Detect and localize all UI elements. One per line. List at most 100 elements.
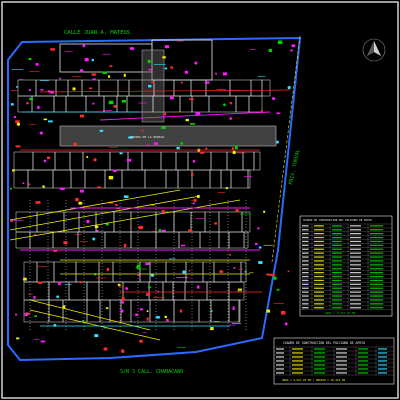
cad-annotation-tag: [234, 145, 238, 150]
cad-annotation-tag: [99, 129, 104, 132]
cad-annotation-dot: [228, 253, 231, 256]
table-top-cell: [302, 248, 309, 250]
table-top-cell: [314, 307, 324, 309]
cad-annotation-dot: [92, 102, 95, 105]
cad-annotation-tag: [129, 47, 135, 50]
cad-annotation-tag: [190, 123, 195, 125]
cad-annotation-tag: [79, 189, 84, 193]
table-bottom-cell: [336, 356, 347, 358]
cad-annotation-tag: [10, 220, 14, 222]
table-top-cell: [370, 295, 384, 297]
cad-annotation-dot: [215, 72, 218, 75]
cad-drawing-canvas[interactable]: CALLE JUAN A. MATEOS S/N 3 CALL. CHABACA…: [0, 0, 400, 400]
table-top-cell: [332, 299, 342, 301]
cad-annotation-tag: [78, 201, 83, 205]
cad-annotation-tag: [161, 126, 166, 129]
table-bottom-cell: [378, 348, 387, 350]
cad-annotation-tag: [147, 59, 151, 63]
cad-annotation-tag: [290, 49, 293, 52]
table-top-cell: [314, 291, 324, 293]
cad-annotation-tag: [108, 75, 111, 78]
cad-annotation-tag: [23, 277, 27, 281]
cad-annotation-dot: [193, 198, 197, 203]
cad-annotation-tag: [94, 225, 99, 229]
table-top-cell: [370, 244, 384, 246]
cad-annotation-tag: [113, 169, 117, 173]
construction-table-top: CUADRO DE CONSTRUCCION DEL POLIGONO DE A…: [299, 215, 393, 317]
table-bottom-cell: [336, 368, 347, 370]
table-top-title: CUADRO DE CONSTRUCCION DEL POLIGONO DE A…: [303, 218, 372, 222]
table-top-cell: [370, 233, 384, 235]
table-top-cell: [314, 279, 324, 282]
table-top-cell: [350, 240, 361, 243]
cad-annotation-tag: [114, 204, 118, 206]
cad-annotation-tag: [102, 71, 107, 75]
cad-annotation-tag: [40, 340, 46, 343]
table-top-cell: [332, 252, 342, 254]
table-top-cell: [302, 303, 309, 305]
table-top-cell: [302, 256, 309, 258]
table-bottom-cell: [336, 348, 347, 350]
construction-table-bottom: CUADRO DE CONSTRUCCION DEL POLIGONO DE A…: [273, 337, 395, 385]
table-top-cell: [302, 279, 309, 282]
cad-annotation-tag: [219, 270, 224, 273]
table-top-cell: [370, 225, 384, 227]
cad-annotation-dot: [284, 322, 288, 326]
table-top-cell: [370, 260, 384, 262]
cad-annotation-tag: [254, 242, 258, 245]
cad-annotation-tag: [237, 288, 242, 291]
cad-annotation-dot: [141, 129, 144, 132]
cad-annotation-tag: [12, 169, 15, 172]
cad-annotation-tag: [88, 87, 93, 89]
cad-annotation-tag: [29, 97, 34, 101]
table-top-cell: [314, 275, 324, 278]
cad-annotation-tag: [158, 229, 162, 232]
street-label-top: CALLE JUAN A. MATEOS: [64, 30, 130, 36]
cad-annotation-tag: [291, 44, 296, 48]
table-top-cell: [370, 283, 384, 285]
table-top-cell: [370, 307, 384, 309]
cad-annotation-dot: [28, 183, 31, 186]
table-top-footer: AREA = 9,927.25 M2: [325, 311, 356, 315]
table-top-cell: [314, 295, 324, 297]
table-bottom-cell: [358, 360, 368, 362]
cad-annotation-dot: [146, 310, 149, 313]
cad-annotation-tag: [280, 311, 286, 315]
cad-annotation-tag: [180, 244, 186, 247]
table-bottom-cell: [292, 368, 303, 370]
table-top-cell: [350, 244, 361, 246]
cad-annotation-tag: [166, 319, 169, 322]
table-top-cell: [332, 279, 342, 282]
table-top-cell: [350, 303, 361, 305]
cad-annotation-tag: [34, 315, 38, 317]
cad-annotation-dot: [205, 147, 208, 150]
cad-annotation-dot: [16, 122, 21, 126]
table-top-cell: [332, 295, 342, 297]
cad-annotation-tag: [148, 84, 152, 88]
cad-annotation-tag: [161, 229, 166, 232]
table-top-cell: [350, 260, 361, 262]
cad-annotation-tag: [91, 73, 96, 76]
cad-annotation-tag: [16, 337, 20, 340]
table-top-cell: [350, 264, 361, 266]
table-bottom-cell: [314, 360, 325, 362]
cad-annotation-tag: [195, 112, 201, 115]
table-bottom-cell: [276, 368, 284, 370]
cad-annotation-tag: [72, 87, 76, 91]
table-top-cell: [302, 244, 309, 246]
cad-annotation-dot: [210, 310, 213, 312]
table-top-cell: [332, 229, 342, 231]
cad-annotation-dot: [275, 140, 279, 144]
cad-annotation-dot: [262, 210, 266, 213]
table-bottom-cell: [314, 364, 325, 366]
table-top-cell: [350, 229, 361, 231]
cad-annotation-dot: [82, 44, 86, 48]
cad-annotation-tag: [121, 300, 124, 304]
cad-annotation-tag: [145, 293, 151, 296]
cad-annotation-dot: [192, 202, 195, 205]
table-top-cell: [350, 272, 361, 274]
cad-annotation-dot: [146, 144, 149, 147]
cad-annotation-dot: [229, 117, 233, 120]
table-bottom-cell: [314, 372, 325, 374]
cad-annotation-tag: [146, 317, 149, 321]
